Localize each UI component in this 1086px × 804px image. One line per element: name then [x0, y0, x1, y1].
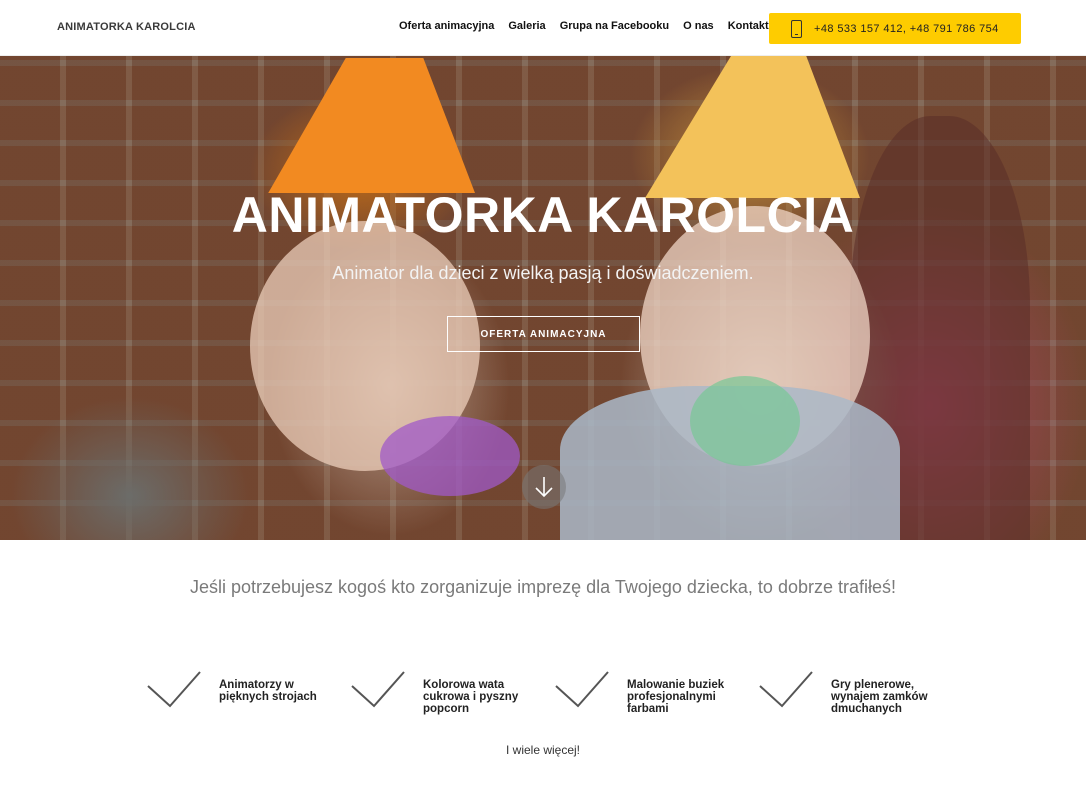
phone-button[interactable]: +48 533 157 412, +48 791 786 754 [769, 13, 1021, 44]
feature-item: Malowanie buziek profesjonalnymi farbami [554, 670, 754, 720]
nav-item-kontakt[interactable]: Kontakt [728, 20, 769, 32]
main-nav: Oferta animacyjna Galeria Grupa na Faceb… [399, 20, 769, 32]
tiger-hat-image [268, 58, 475, 193]
lion-hat-image [645, 56, 860, 198]
check-icon [351, 671, 405, 708]
hero-title: ANIMATORKA KAROLCIA [231, 187, 855, 243]
feature-text: Animatorzy w pięknych strojach [219, 679, 317, 703]
party-blower-image [380, 416, 520, 496]
phone-numbers: +48 533 157 412, +48 791 786 754 [814, 22, 999, 35]
feature-item: Kolorowa wata cukrowa i pyszny popcorn [350, 670, 550, 720]
feature-item: Gry plenerowe, wynajem zamków dmuchanych [758, 670, 958, 720]
more-text: I wiele więcej! [505, 743, 581, 757]
intro-text: Jeśli potrzebujesz kogoś kto zorganizuje… [189, 577, 897, 597]
party-blower-image [690, 376, 800, 466]
feature-text: Malowanie buziek profesjonalnymi farbami [627, 679, 725, 715]
check-icon [147, 671, 201, 708]
arrow-down-icon [535, 477, 553, 498]
nav-item-oferta[interactable]: Oferta animacyjna [399, 20, 494, 32]
site-header: ANIMATORKA KAROLCIA Oferta animacyjna Ga… [0, 0, 1086, 56]
check-icon [759, 671, 813, 708]
feature-item: Animatorzy w pięknych strojach [146, 670, 346, 720]
hero-section: ANIMATORKA KAROLCIA Animator dla dzieci … [0, 56, 1086, 540]
feature-text: Gry plenerowe, wynajem zamków dmuchanych [831, 679, 928, 715]
scroll-down-button[interactable] [522, 465, 566, 509]
nav-item-facebook-group[interactable]: Grupa na Facebooku [560, 20, 669, 32]
hero-subtitle: Animator dla dzieci z wielką pasją i doś… [332, 263, 754, 283]
phone-icon [791, 19, 802, 38]
nav-item-galeria[interactable]: Galeria [508, 20, 545, 32]
nav-item-o-nas[interactable]: O nas [683, 20, 714, 32]
feature-text: Kolorowa wata cukrowa i pyszny popcorn [423, 679, 519, 715]
check-icon [555, 671, 609, 708]
offer-button[interactable]: OFERTA ANIMACYJNA [447, 316, 640, 352]
brand-logo[interactable]: ANIMATORKA KAROLCIA [57, 21, 196, 33]
